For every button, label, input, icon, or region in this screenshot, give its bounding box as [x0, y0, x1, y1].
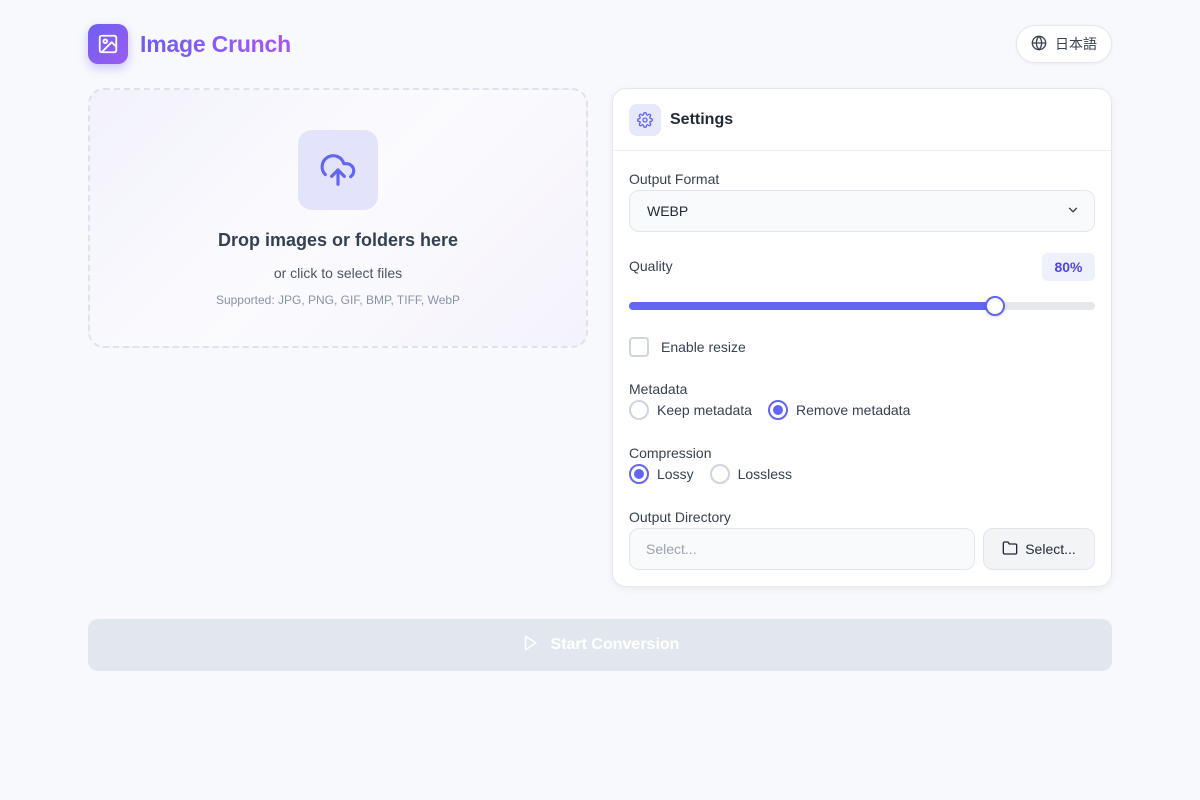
quality-label: Quality — [629, 258, 673, 274]
metadata-label: Metadata — [629, 381, 688, 397]
globe-icon — [1031, 35, 1047, 54]
keep-metadata-option[interactable]: Keep metadata — [629, 400, 752, 420]
quality-slider-fill — [629, 302, 995, 310]
supported-formats: Supported: JPG, PNG, GIF, BMP, TIFF, Web… — [215, 293, 461, 307]
quality-value-badge: 80% — [1042, 253, 1095, 281]
lossless-radio[interactable] — [709, 464, 730, 484]
select-directory-label: Select... — [1025, 541, 1076, 557]
start-conversion-button[interactable]: Start Conversion — [88, 619, 1112, 671]
folder-icon — [1002, 540, 1018, 559]
enable-resize-checkbox[interactable] — [629, 337, 649, 357]
output-directory-label: Output Directory — [629, 509, 731, 525]
lossy-label: Lossy — [657, 466, 694, 482]
language-button[interactable]: 日本語 — [1016, 25, 1112, 63]
lossy-option[interactable]: Lossy — [629, 464, 694, 484]
lossless-label: Lossless — [737, 466, 793, 482]
settings-panel: Settings Output Format WEBP Quality 80% … — [612, 88, 1112, 587]
output-format-label: Output Format — [629, 171, 720, 187]
drop-zone-subtitle: or click to select files — [273, 265, 403, 281]
compression-radio-group: Lossy Lossless — [629, 464, 792, 484]
language-label: 日本語 — [1055, 36, 1097, 52]
lossy-radio[interactable] — [629, 464, 649, 484]
drop-zone-title: Drop images or folders here — [217, 230, 459, 250]
output-format-value: WEBP — [647, 203, 689, 219]
remove-metadata-radio[interactable] — [767, 400, 788, 420]
quality-slider[interactable] — [629, 296, 1095, 316]
app-title: Image Crunch — [140, 30, 291, 57]
output-format-select[interactable]: WEBP — [629, 190, 1095, 232]
settings-body: Output Format WEBP Quality 80% Enable re… — [613, 89, 1111, 586]
output-directory-input[interactable] — [629, 528, 975, 570]
enable-resize-toggle[interactable]: Enable resize — [629, 337, 746, 357]
remove-metadata-option[interactable]: Remove metadata — [767, 400, 911, 420]
keep-metadata-label: Keep metadata — [657, 402, 752, 418]
enable-resize-label: Enable resize — [661, 339, 746, 355]
cloud-upload-icon — [298, 130, 378, 210]
remove-metadata-label: Remove metadata — [795, 402, 911, 418]
compression-label: Compression — [629, 445, 712, 461]
metadata-radio-group: Keep metadata Remove metadata — [629, 400, 910, 420]
brand: Image Crunch — [88, 24, 291, 64]
start-conversion-label: Start Conversion — [550, 636, 680, 653]
image-icon — [88, 24, 128, 64]
select-directory-button[interactable]: Select... — [983, 528, 1095, 570]
chevron-down-icon — [1066, 203, 1080, 220]
quality-slider-thumb[interactable] — [984, 296, 1005, 316]
lossless-option[interactable]: Lossless — [709, 464, 793, 484]
app-header: Image Crunch 日本語 — [88, 24, 1112, 64]
drop-zone[interactable]: Drop images or folders here or click to … — [88, 88, 588, 348]
keep-metadata-radio[interactable] — [629, 400, 649, 420]
play-icon — [521, 634, 539, 657]
